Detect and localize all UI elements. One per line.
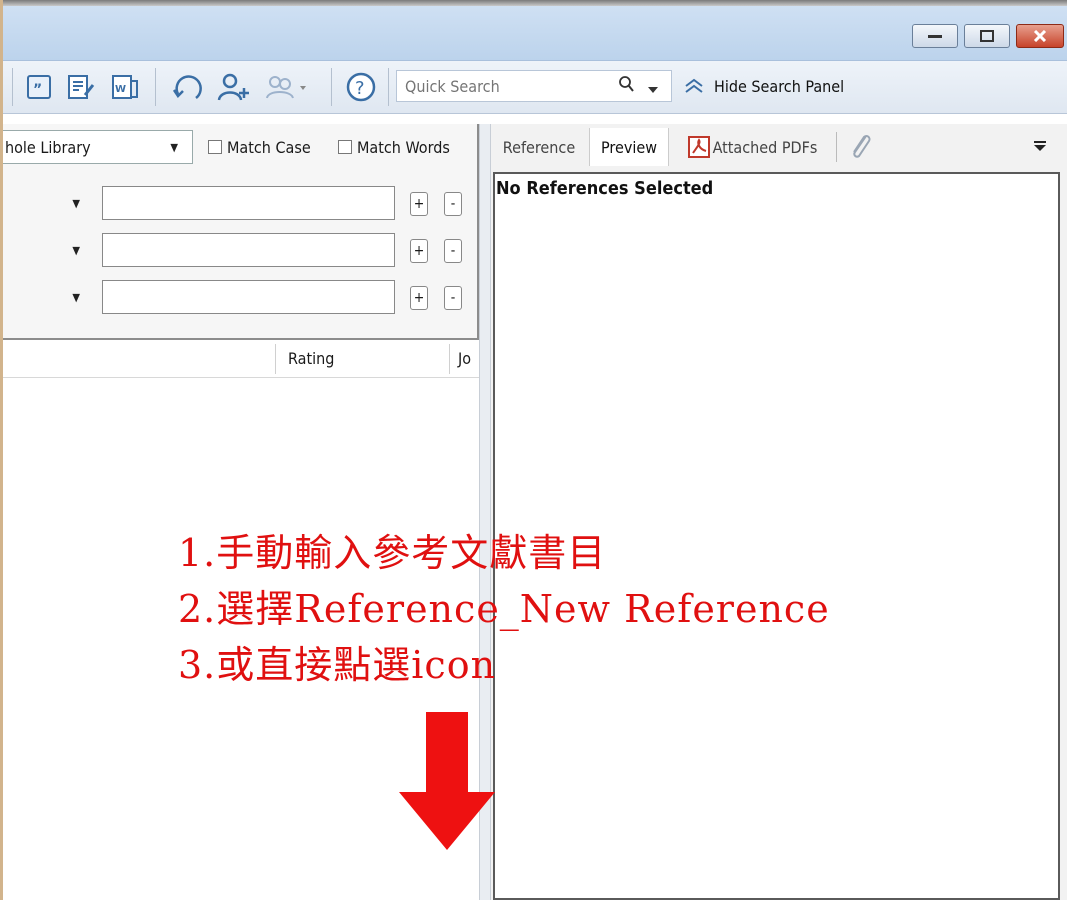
- reference-list-header: Rating Jo: [3, 340, 479, 378]
- library-scope-value: hole Library: [5, 137, 91, 157]
- remove-row-button[interactable]: -: [444, 286, 462, 310]
- column-header-journal[interactable]: Jo: [458, 349, 471, 368]
- dropdown-arrow-icon: ▼: [72, 196, 80, 210]
- svg-text:?: ?: [355, 78, 365, 99]
- minimize-icon: [928, 35, 942, 38]
- toolbar-separator: [12, 68, 13, 106]
- word-icon: W: [112, 75, 138, 99]
- word-format-button[interactable]: W: [108, 70, 142, 104]
- red-down-arrow-icon: [398, 712, 496, 856]
- share-group-icon: [217, 73, 249, 101]
- insert-citation-button[interactable]: ”: [24, 70, 54, 104]
- tab-attached-pdfs-label: Attached PDFs: [712, 137, 818, 157]
- annotation-line-2: 2.選擇Reference_New Reference: [178, 587, 830, 631]
- no-references-message: No References Selected: [496, 178, 714, 199]
- search-field-select-2[interactable]: ▼: [3, 233, 94, 267]
- close-icon: [1033, 30, 1047, 42]
- toolbar-separator: [331, 68, 332, 106]
- remove-row-button[interactable]: -: [444, 192, 462, 216]
- search-icon[interactable]: [618, 74, 634, 98]
- library-scope-select[interactable]: hole Library ▼: [3, 130, 193, 164]
- dropdown-arrow-icon: ▼: [170, 140, 178, 154]
- tab-preview[interactable]: Preview: [589, 128, 669, 166]
- toolbar-separator: [155, 68, 156, 106]
- column-divider[interactable]: [449, 344, 450, 374]
- add-row-button[interactable]: +: [410, 239, 428, 263]
- remove-row-button[interactable]: -: [444, 239, 462, 263]
- match-case-checkbox[interactable]: Match Case: [208, 135, 311, 159]
- help-button[interactable]: ?: [343, 70, 379, 104]
- match-words-label: Match Words: [357, 137, 450, 157]
- search-field-select-3[interactable]: ▼: [3, 280, 94, 314]
- column-header-rating[interactable]: Rating: [288, 349, 334, 368]
- maximize-button[interactable]: [964, 24, 1010, 48]
- column-divider[interactable]: [275, 344, 276, 374]
- dropdown-arrow-icon: ▼: [72, 243, 80, 257]
- pdf-icon: [687, 136, 710, 158]
- search-term-input-3[interactable]: [102, 280, 395, 314]
- checkbox-box[interactable]: [208, 140, 222, 154]
- svg-text:W: W: [115, 84, 126, 95]
- quick-search-input[interactable]: [397, 75, 607, 97]
- checkbox-box[interactable]: [338, 140, 352, 154]
- quote-icon: ”: [27, 75, 51, 99]
- add-row-button[interactable]: +: [410, 192, 428, 216]
- shared-users-dropdown[interactable]: [262, 70, 308, 104]
- paperclip-icon[interactable]: [846, 130, 874, 166]
- search-term-input-1[interactable]: [102, 186, 395, 220]
- search-term-input-2[interactable]: [102, 233, 395, 267]
- minimize-button[interactable]: [912, 24, 958, 48]
- edit-reference-button[interactable]: [64, 70, 98, 104]
- sync-icon: [172, 75, 202, 99]
- share-group-button[interactable]: [214, 70, 254, 104]
- svg-text:”: ”: [33, 82, 42, 98]
- add-row-button[interactable]: +: [410, 286, 428, 310]
- maximize-icon: [980, 30, 994, 42]
- edit-reference-icon: [68, 75, 95, 99]
- match-words-checkbox[interactable]: Match Words: [338, 135, 450, 159]
- dropdown-arrow-icon: ▼: [72, 290, 80, 304]
- match-case-label: Match Case: [227, 137, 311, 157]
- hide-search-panel-label: Hide Search Panel: [714, 76, 845, 96]
- hide-search-panel-button[interactable]: Hide Search Panel: [684, 72, 844, 100]
- search-field-select-1[interactable]: ▼: [3, 186, 94, 220]
- tab-attached-pdfs[interactable]: Attached PDFs: [676, 128, 828, 166]
- toolbar-separator: [388, 68, 389, 106]
- annotation-line-3: 3.或直接點選icon: [178, 643, 497, 687]
- help-icon: ?: [346, 72, 376, 102]
- close-button[interactable]: [1016, 24, 1064, 48]
- double-chevron-up-icon: [685, 78, 703, 93]
- tab-separator: [836, 132, 837, 162]
- tab-reference[interactable]: Reference: [492, 128, 586, 166]
- annotation-line-1: 1.手動輸入參考文獻書目: [178, 531, 607, 575]
- sync-button[interactable]: [168, 70, 208, 104]
- search-options-chevron-icon[interactable]: [648, 80, 658, 98]
- panel-menu-icon[interactable]: [1034, 138, 1046, 156]
- shared-users-icon: [266, 76, 306, 99]
- title-bar: [3, 6, 1067, 61]
